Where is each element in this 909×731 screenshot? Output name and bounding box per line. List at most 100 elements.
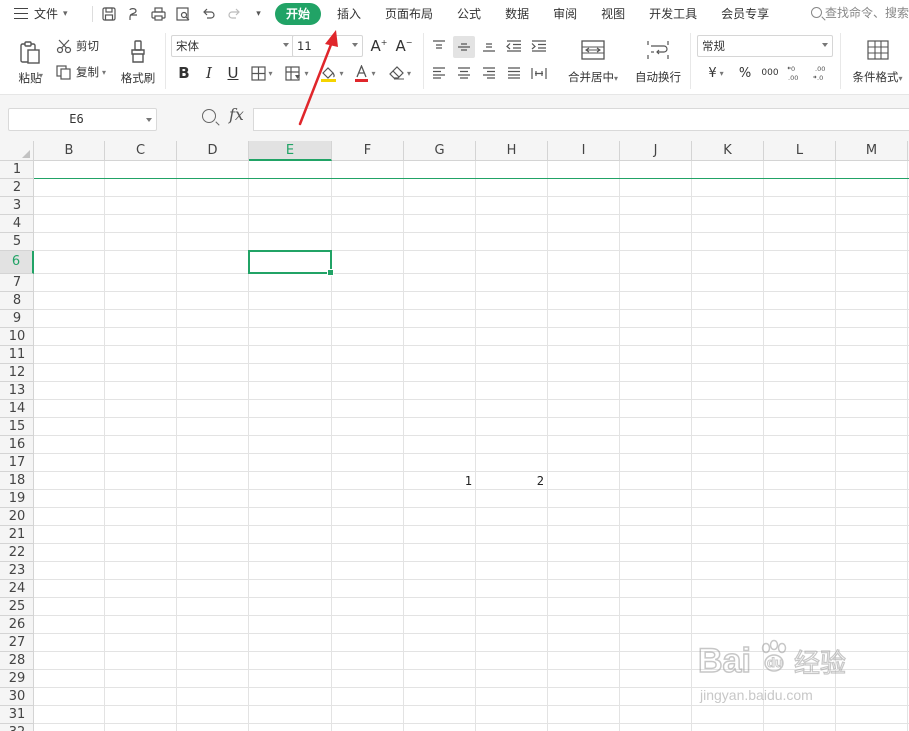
align-right-button[interactable] (480, 63, 498, 83)
align-top-button[interactable] (430, 36, 448, 56)
font-color-button[interactable]: ▾ (351, 62, 379, 84)
column-header-f[interactable]: F (332, 141, 404, 161)
row-header-11[interactable]: 11 (0, 346, 34, 364)
fill-style-button[interactable]: ▾ (282, 62, 312, 84)
tab-page-layout[interactable]: 页面布局 (373, 3, 445, 25)
row-header-10[interactable]: 10 (0, 328, 34, 346)
wrap-text-button[interactable]: 自动换行 (630, 35, 686, 90)
tab-data[interactable]: 数据 (493, 3, 541, 25)
insert-function-button[interactable]: fx (229, 105, 244, 124)
underline-button[interactable]: U (223, 62, 243, 84)
customize-quick-access-icon[interactable]: ▾ (246, 3, 271, 25)
zoom-icon[interactable] (202, 109, 216, 123)
increase-font-size-button[interactable]: A+ (369, 36, 389, 56)
row-header-32[interactable]: 32 (0, 724, 34, 731)
tab-view[interactable]: 视图 (589, 3, 637, 25)
font-size-select[interactable]: 11 (292, 35, 363, 57)
copy-dropdown-icon[interactable]: ▾ (102, 68, 106, 77)
cut-button[interactable]: 剪切 (56, 36, 99, 56)
row-header-26[interactable]: 26 (0, 616, 34, 634)
row-header-15[interactable]: 15 (0, 418, 34, 436)
merge-center-button[interactable]: 合并居中▾ (560, 35, 626, 90)
column-header-k[interactable]: K (692, 141, 764, 161)
thousands-separator-button[interactable]: 000 (759, 63, 781, 83)
borders-button[interactable]: ▾ (248, 62, 276, 84)
format-painter-button[interactable]: 格式刷 (118, 35, 158, 90)
row-header-20[interactable]: 20 (0, 508, 34, 526)
row-header-3[interactable]: 3 (0, 197, 34, 215)
tab-formulas[interactable]: 公式 (445, 3, 493, 25)
row-header-30[interactable]: 30 (0, 688, 34, 706)
italic-button[interactable]: I (199, 62, 219, 84)
row-header-1[interactable]: 1 (0, 161, 34, 179)
row-header-18[interactable]: 18 (0, 472, 34, 490)
column-header-l[interactable]: L (764, 141, 836, 161)
print-preview-icon[interactable] (171, 3, 196, 25)
number-format-select[interactable]: 常规 (697, 35, 833, 57)
command-search[interactable]: 查找命令、搜索 (810, 4, 909, 21)
row-header-24[interactable]: 24 (0, 580, 34, 598)
row-header-21[interactable]: 21 (0, 526, 34, 544)
paste-dropdown-icon[interactable]: ▾ (39, 71, 43, 80)
row-header-28[interactable]: 28 (0, 652, 34, 670)
export-pdf-icon[interactable] (121, 3, 146, 25)
row-header-23[interactable]: 23 (0, 562, 34, 580)
font-name-select[interactable]: 宋体 (171, 35, 294, 57)
tab-insert[interactable]: 插入 (325, 3, 373, 25)
increase-decimal-button[interactable]: 0.00 (785, 62, 807, 84)
select-all-corner[interactable] (0, 141, 34, 161)
row-header-6[interactable]: 6 (0, 251, 34, 274)
paste-button[interactable]: 粘贴 (10, 35, 50, 90)
row-header-17[interactable]: 17 (0, 454, 34, 472)
decrease-decimal-button[interactable]: .00.0 (810, 62, 832, 84)
row-header-9[interactable]: 9 (0, 310, 34, 328)
cell-g18[interactable]: 1 (404, 472, 472, 490)
percent-format-button[interactable]: % (735, 63, 755, 83)
fill-color-button[interactable]: ▾ (318, 62, 346, 84)
formula-input[interactable] (253, 108, 909, 131)
cell-h18[interactable]: 2 (476, 472, 544, 490)
decrease-indent-button[interactable] (504, 36, 524, 56)
justify-button[interactable] (505, 63, 523, 83)
row-header-7[interactable]: 7 (0, 274, 34, 292)
column-header-j[interactable]: J (620, 141, 692, 161)
copy-button[interactable]: 复制 ▾ (56, 62, 106, 82)
row-header-14[interactable]: 14 (0, 400, 34, 418)
file-menu[interactable]: 文件 ▾ (0, 5, 85, 22)
row-header-25[interactable]: 25 (0, 598, 34, 616)
print-icon[interactable] (146, 3, 171, 25)
tab-developer[interactable]: 开发工具 (637, 3, 709, 25)
bold-button[interactable]: B (174, 62, 194, 84)
column-header-e[interactable]: E (249, 141, 332, 161)
column-header-h[interactable]: H (476, 141, 548, 161)
tab-review[interactable]: 审阅 (541, 3, 589, 25)
row-header-27[interactable]: 27 (0, 634, 34, 652)
row-header-22[interactable]: 22 (0, 544, 34, 562)
column-header-d[interactable]: D (177, 141, 249, 161)
name-box[interactable]: E6 (8, 108, 157, 131)
align-center-button[interactable] (455, 63, 473, 83)
row-header-2[interactable]: 2 (0, 179, 34, 197)
column-header-g[interactable]: G (404, 141, 476, 161)
clear-button[interactable]: ▾ (385, 62, 415, 84)
row-header-29[interactable]: 29 (0, 670, 34, 688)
save-icon[interactable] (96, 3, 121, 25)
conditional-format-button[interactable]: 条件格式▾ (846, 35, 909, 90)
row-header-13[interactable]: 13 (0, 382, 34, 400)
redo-icon[interactable] (221, 3, 246, 25)
active-cell-e6[interactable] (248, 250, 334, 276)
tab-member[interactable]: 会员专享 (709, 3, 781, 25)
align-middle-button[interactable] (453, 36, 475, 58)
row-header-8[interactable]: 8 (0, 292, 34, 310)
currency-format-button[interactable]: ¥ ▾ (700, 63, 732, 83)
row-header-5[interactable]: 5 (0, 233, 34, 251)
tab-home[interactable]: 开始 (275, 2, 322, 25)
row-header-16[interactable]: 16 (0, 436, 34, 454)
align-bottom-button[interactable] (480, 36, 498, 56)
distributed-align-button[interactable] (529, 63, 549, 83)
undo-icon[interactable] (196, 3, 221, 25)
column-header-i[interactable]: I (548, 141, 620, 161)
row-header-12[interactable]: 12 (0, 364, 34, 382)
align-left-button[interactable] (430, 63, 448, 83)
column-header-c[interactable]: C (105, 141, 177, 161)
